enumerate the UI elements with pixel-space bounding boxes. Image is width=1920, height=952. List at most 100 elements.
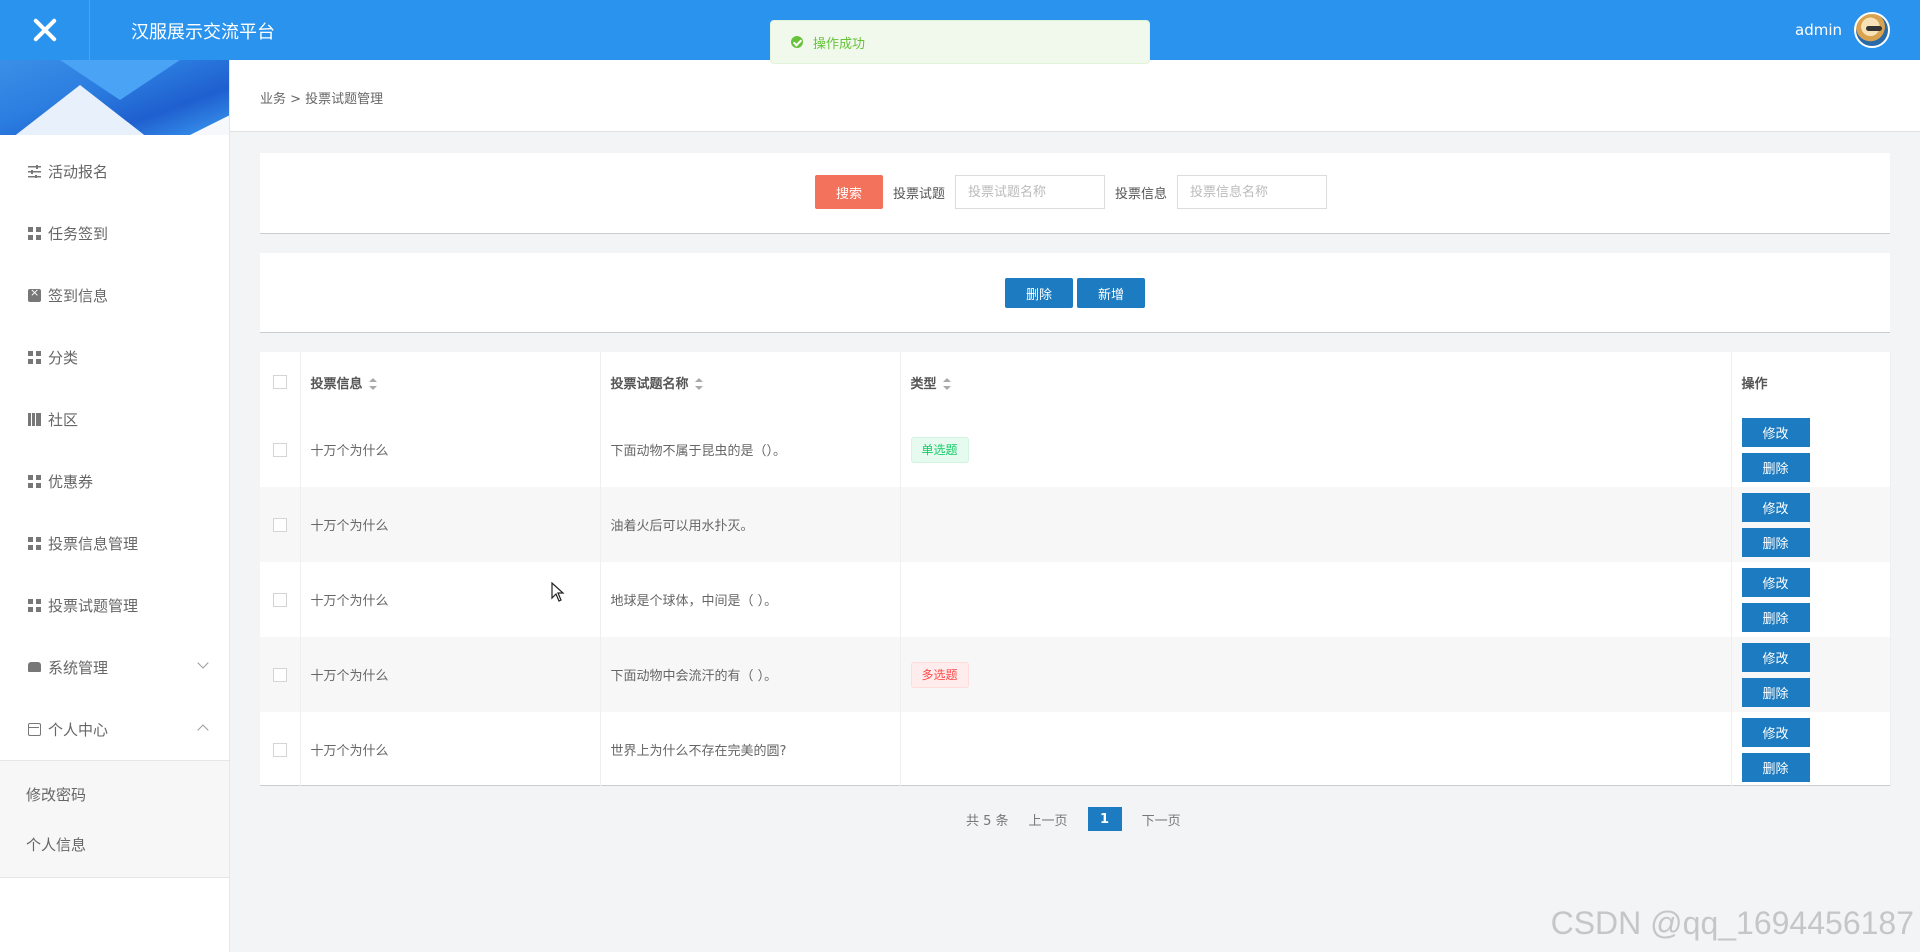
- cell-vote-info: 十万个为什么: [300, 712, 601, 787]
- book-icon: [28, 412, 41, 426]
- row-checkbox[interactable]: [272, 592, 287, 607]
- close-button[interactable]: [0, 0, 90, 60]
- type-tag-single: 单选题: [910, 436, 969, 463]
- sidebar-menu: 活动报名 任务签到 签到信息 分类 社区 优惠券 投票信息管理 投票试题管理 系…: [0, 135, 229, 760]
- sidebar-item-task-checkin[interactable]: 任务签到: [0, 202, 229, 264]
- sort-icon[interactable]: [368, 378, 377, 390]
- question-search-label: 投票试题: [893, 186, 946, 202]
- sidebar-item-label: 投票信息管理: [48, 534, 139, 553]
- vote-info-search-input[interactable]: [1177, 175, 1328, 209]
- column-header-actions: 操作: [1731, 352, 1891, 412]
- search-panel: 搜索 投票试题 投票信息: [260, 153, 1890, 234]
- username: admin: [1795, 21, 1842, 39]
- sidebar-item-label: 优惠券: [48, 472, 94, 491]
- bulk-delete-button[interactable]: 删除: [1005, 278, 1073, 308]
- column-header-label: 投票信息: [310, 376, 363, 392]
- data-table: 投票信息 投票试题名称 类型 操作 十万个为什么 下面动物不属于昆虫的是（）。 …: [260, 352, 1891, 787]
- grid-icon: [28, 598, 41, 612]
- column-header-label: 投票试题名称: [610, 376, 689, 392]
- sort-icon[interactable]: [694, 378, 703, 390]
- cell-question: 下面动物不属于昆虫的是（）。: [600, 412, 901, 487]
- next-page-button[interactable]: 下一页: [1142, 810, 1181, 829]
- cell-type: [900, 487, 1732, 562]
- delete-button[interactable]: 删除: [1741, 527, 1810, 557]
- sidebar-item-label: 分类: [48, 348, 79, 367]
- prev-page-button[interactable]: 上一页: [1029, 810, 1068, 829]
- cell-question: 世界上为什么不存在完美的圆?: [600, 712, 901, 787]
- delete-button[interactable]: 删除: [1741, 602, 1810, 632]
- column-header-vote-info[interactable]: 投票信息: [300, 352, 601, 412]
- sidebar-item-label: 签到信息: [48, 286, 109, 305]
- cell-question: 油着火后可以用水扑灭。: [600, 487, 901, 562]
- edit-button[interactable]: 修改: [1741, 417, 1810, 447]
- user-menu[interactable]: admin: [1795, 12, 1890, 48]
- sidebar-item-community[interactable]: 社区: [0, 388, 229, 450]
- app-title: 汉服展示交流平台: [131, 22, 275, 43]
- search-button[interactable]: 搜索: [815, 175, 883, 209]
- sidebar-item-category[interactable]: 分类: [0, 326, 229, 388]
- question-search-input[interactable]: [955, 175, 1106, 209]
- pagination-total: 共 5 条: [966, 813, 1009, 829]
- monitor-icon: [28, 662, 41, 672]
- table-header-row: 投票信息 投票试题名称 类型 操作: [260, 352, 1891, 412]
- delete-button[interactable]: 删除: [1741, 452, 1810, 482]
- delete-button[interactable]: 删除: [1741, 677, 1810, 707]
- cell-vote-info: 十万个为什么: [300, 637, 601, 712]
- personal-center-submenu: 修改密码 个人信息: [0, 760, 229, 878]
- edit-button[interactable]: 修改: [1741, 642, 1810, 672]
- column-header-question[interactable]: 投票试题名称: [600, 352, 901, 412]
- breadcrumb: 业务 > 投票试题管理: [260, 92, 384, 107]
- chevron-down-icon: [197, 657, 209, 669]
- sidebar-item-checkin-info[interactable]: 签到信息: [0, 264, 229, 326]
- edit-button[interactable]: 修改: [1741, 567, 1810, 597]
- sidebar-item-label: 任务签到: [48, 224, 109, 243]
- breadcrumb-bar: 业务 > 投票试题管理: [230, 60, 1920, 132]
- page-number-button[interactable]: 1: [1087, 807, 1122, 831]
- toast-message: 操作成功: [813, 36, 866, 52]
- sidebar-item-vote-info[interactable]: 投票信息管理: [0, 512, 229, 574]
- edit-button[interactable]: 修改: [1741, 492, 1810, 522]
- select-all-checkbox[interactable]: [272, 375, 287, 389]
- sidebar-item-label: 个人中心: [48, 720, 109, 739]
- submenu-item-change-password[interactable]: 修改密码: [0, 769, 229, 819]
- sidebar-item-coupon[interactable]: 优惠券: [0, 450, 229, 512]
- sidebar-item-label: 社区: [48, 410, 79, 429]
- table-row: 十万个为什么 下面动物中会流汗的有（ ）。 多选题 修改 删除: [260, 637, 1891, 712]
- cell-vote-info: 十万个为什么: [300, 412, 601, 487]
- delete-button[interactable]: 删除: [1741, 752, 1810, 782]
- sidebar-item-system[interactable]: 系统管理: [0, 636, 229, 698]
- vote-info-search-label: 投票信息: [1115, 186, 1168, 202]
- cell-question: 地球是个球体，中间是（ ）。: [600, 562, 901, 637]
- cell-type: [900, 562, 1732, 637]
- row-checkbox[interactable]: [272, 517, 287, 532]
- grid-icon: [28, 474, 41, 488]
- table-row: 十万个为什么 世界上为什么不存在完美的圆? 修改删除: [260, 712, 1891, 787]
- sidebar-banner: [0, 60, 229, 135]
- success-toast: 操作成功: [770, 20, 1150, 64]
- check-circle-icon: [791, 36, 803, 48]
- card-icon: [28, 722, 41, 736]
- grid-icon: [28, 536, 41, 550]
- cell-vote-info: 十万个为什么: [300, 487, 601, 562]
- row-checkbox[interactable]: [272, 667, 287, 682]
- pagination: 共 5 条 上一页 1 下一页: [966, 807, 1181, 831]
- row-checkbox[interactable]: [272, 442, 287, 457]
- avatar[interactable]: [1854, 12, 1890, 48]
- edit-button[interactable]: 修改: [1741, 717, 1810, 747]
- chevron-up-icon: [197, 724, 209, 736]
- sidebar-item-activity-signup[interactable]: 活动报名: [0, 140, 229, 202]
- watermark: CSDN @qq_1694456187: [1550, 905, 1914, 941]
- sidebar-item-vote-questions[interactable]: 投票试题管理: [0, 574, 229, 636]
- grid-icon: [28, 226, 41, 240]
- sort-icon[interactable]: [942, 378, 951, 390]
- grid-icon: [28, 350, 41, 364]
- action-panel: 删除 新增: [260, 253, 1890, 333]
- table-row: 十万个为什么 油着火后可以用水扑灭。 修改删除: [260, 487, 1891, 562]
- sidebar-item-personal-center[interactable]: 个人中心: [0, 698, 229, 760]
- submenu-item-personal-info[interactable]: 个人信息: [0, 819, 229, 869]
- table-row: 十万个为什么 下面动物不属于昆虫的是（）。 单选题 修改删除: [260, 412, 1891, 487]
- column-header-type[interactable]: 类型: [900, 352, 1732, 412]
- row-checkbox[interactable]: [272, 742, 287, 757]
- add-button[interactable]: 新增: [1077, 278, 1145, 308]
- sliders-icon: [28, 164, 41, 178]
